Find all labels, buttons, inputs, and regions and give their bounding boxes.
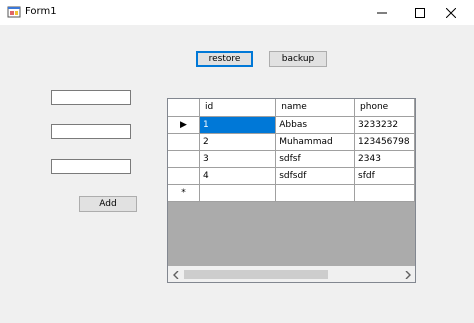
grid-cell[interactable]: sdfsf: [275, 150, 356, 168]
grid-cell[interactable]: 3: [199, 150, 277, 168]
grid-cell[interactable]: [354, 184, 415, 202]
close-button[interactable]: [428, 0, 474, 25]
column-header-id[interactable]: id: [199, 99, 277, 117]
scrollbar-thumb[interactable]: [184, 270, 328, 279]
table-row[interactable]: 3 sdfsf 2343: [168, 150, 415, 168]
grid-cell[interactable]: [199, 184, 277, 202]
grid-cell[interactable]: sdfsdf: [275, 167, 356, 185]
text-input-2[interactable]: [51, 124, 131, 139]
grid-cell[interactable]: Muhammad: [275, 133, 356, 151]
horizontal-scrollbar[interactable]: [168, 266, 415, 282]
grid-cell[interactable]: [275, 184, 356, 202]
grid-cell[interactable]: 2343: [354, 150, 415, 168]
row-header[interactable]: [168, 133, 201, 151]
grid-table: id name phone ▶ 1 Abbas 3233232 2 Muhamm…: [168, 99, 415, 202]
grid-cell[interactable]: sfdf: [354, 167, 415, 185]
title-bar[interactable]: Form1: [0, 0, 474, 25]
grid-header-row: id name phone: [168, 99, 415, 117]
maximize-icon: [415, 7, 425, 18]
chevron-right-icon: [405, 270, 411, 279]
scroll-left-button[interactable]: [168, 267, 183, 282]
grid-cell[interactable]: 2: [199, 133, 277, 151]
grid-cell[interactable]: Abbas: [275, 116, 356, 134]
new-row[interactable]: *: [168, 184, 415, 202]
text-input-1[interactable]: [51, 90, 131, 105]
text-input-3[interactable]: [51, 159, 131, 174]
grid-cell[interactable]: 123456798: [354, 133, 415, 151]
data-grid[interactable]: id name phone ▶ 1 Abbas 3233232 2 Muhamm…: [167, 98, 416, 283]
row-header[interactable]: [168, 167, 201, 185]
table-row[interactable]: 2 Muhammad 123456798: [168, 133, 415, 151]
grid-corner-header[interactable]: [168, 99, 201, 117]
grid-cell[interactable]: 3233232: [354, 116, 415, 134]
grid-cell[interactable]: 4: [199, 167, 277, 185]
grid-cell[interactable]: 1: [199, 116, 277, 134]
app-icon: [7, 6, 21, 18]
restore-button[interactable]: restore: [196, 51, 253, 67]
window-title: Form1: [25, 6, 57, 17]
current-row-indicator-icon[interactable]: ▶: [168, 116, 201, 134]
minimize-icon: [377, 12, 387, 13]
new-row-indicator-icon[interactable]: *: [168, 184, 201, 202]
table-row[interactable]: ▶ 1 Abbas 3233232: [168, 116, 415, 134]
column-header-phone[interactable]: phone: [354, 99, 415, 117]
chevron-left-icon: [172, 270, 178, 279]
close-icon: [446, 7, 456, 18]
table-row[interactable]: 4 sdfsdf sfdf: [168, 167, 415, 185]
add-button[interactable]: Add: [79, 196, 137, 212]
row-header[interactable]: [168, 150, 201, 168]
backup-button[interactable]: backup: [269, 51, 327, 67]
column-header-name[interactable]: name: [275, 99, 356, 117]
scroll-right-button[interactable]: [400, 267, 415, 282]
